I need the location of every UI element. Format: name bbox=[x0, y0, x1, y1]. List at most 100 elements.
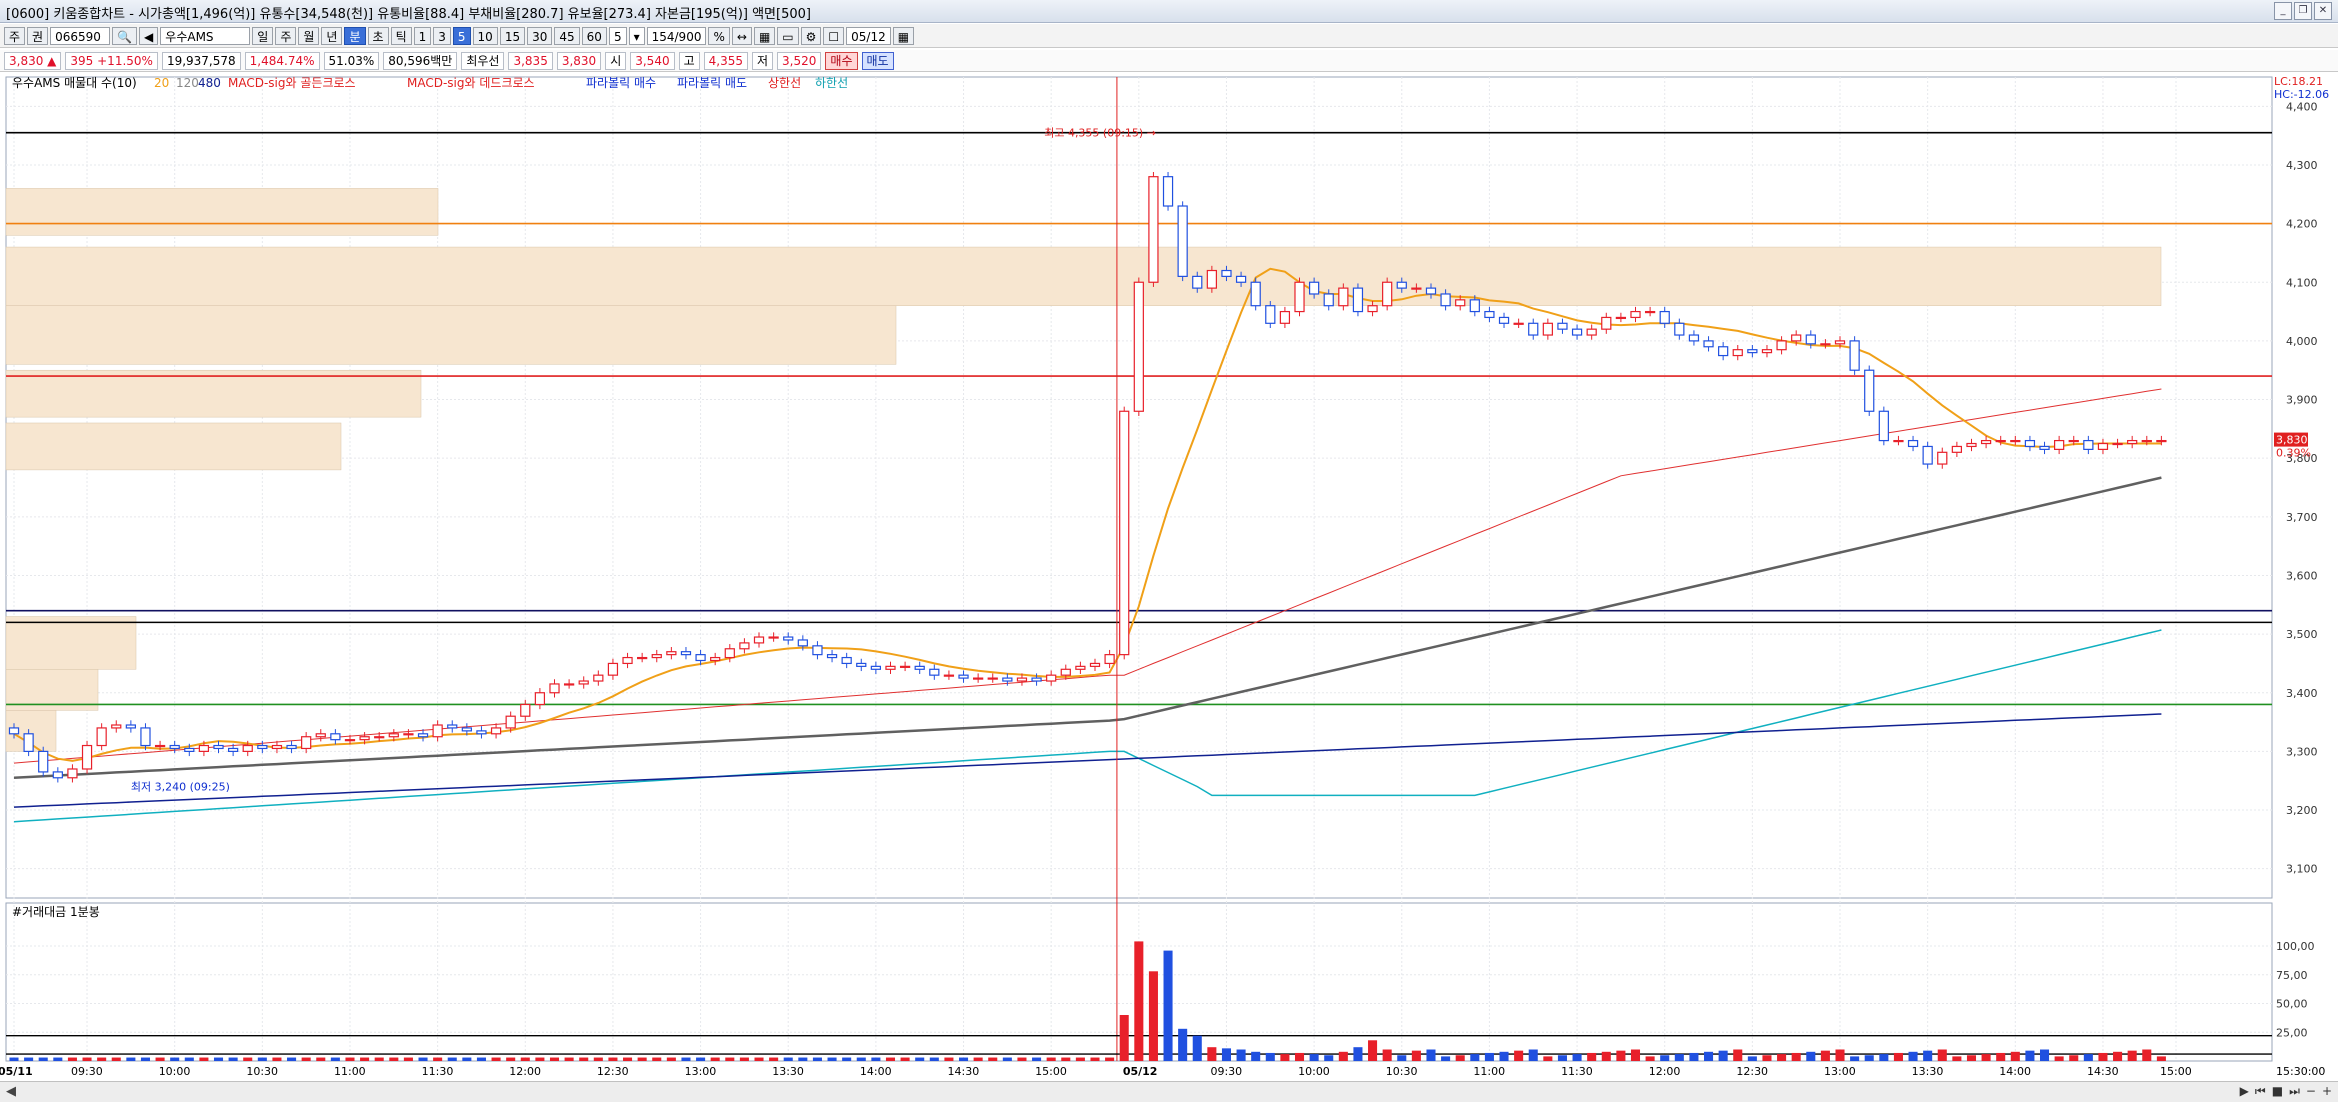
x-tick-label: 14:30 bbox=[948, 1065, 980, 1078]
forward-icon[interactable]: ⏭ bbox=[2289, 1084, 2300, 1099]
volume-bar bbox=[1835, 1049, 1845, 1061]
candle-body bbox=[637, 656, 648, 660]
period-day[interactable]: 일 bbox=[252, 26, 274, 45]
interval-1[interactable]: 1 bbox=[413, 26, 432, 45]
volume-bar bbox=[842, 1057, 852, 1061]
period-tick[interactable]: 틱 bbox=[390, 26, 412, 45]
candle-body bbox=[1440, 293, 1451, 307]
volume-bar bbox=[1046, 1057, 1056, 1061]
period-month[interactable]: 월 bbox=[298, 26, 320, 45]
play-icon[interactable]: ▶ bbox=[2240, 1084, 2249, 1099]
stock-code-input[interactable]: 066590 bbox=[50, 26, 111, 45]
candle-body bbox=[1104, 654, 1115, 665]
y-tick-label: 4,300 bbox=[2286, 159, 2318, 172]
open-label: 시 bbox=[605, 51, 627, 70]
interval-15[interactable]: 15 bbox=[499, 26, 526, 45]
search-icon[interactable]: 🔍 bbox=[112, 26, 138, 45]
volume-bar bbox=[1791, 1052, 1801, 1061]
candle-body bbox=[1484, 310, 1495, 319]
candle-body bbox=[38, 750, 49, 773]
interval-select[interactable]: 5 bbox=[608, 26, 627, 45]
interval-10[interactable]: 10 bbox=[472, 26, 498, 45]
candle-body bbox=[67, 768, 78, 779]
candle-body bbox=[227, 747, 239, 752]
interval-3[interactable]: 3 bbox=[433, 26, 451, 45]
calendar-icon[interactable]: ▦ bbox=[892, 26, 915, 45]
volume-bar bbox=[2127, 1050, 2137, 1061]
volume-bar bbox=[1338, 1051, 1348, 1061]
x-tick-label: 12:00 bbox=[509, 1065, 541, 1078]
zoom-out-icon[interactable]: − bbox=[2306, 1084, 2316, 1099]
low-annotation: 최저 3,240 (09:25) bbox=[131, 781, 230, 794]
legend-ma: 120 bbox=[176, 76, 199, 90]
gear-icon[interactable]: ⚙ bbox=[800, 26, 822, 45]
stock-name-field[interactable]: 우수AMS bbox=[160, 26, 251, 45]
percent-icon[interactable]: % bbox=[708, 26, 730, 45]
price-change: 395 +11.50% bbox=[65, 51, 158, 70]
candle-body bbox=[1177, 205, 1188, 277]
volume-bar bbox=[681, 1057, 691, 1061]
buy-button[interactable]: 매수 bbox=[825, 51, 858, 70]
restore-icon[interactable]: ❐ bbox=[2294, 2, 2312, 20]
volume-bar bbox=[827, 1057, 837, 1061]
volume-bar bbox=[623, 1057, 633, 1061]
volume-bar bbox=[856, 1057, 866, 1061]
chevron-down-icon[interactable]: ▾ bbox=[628, 26, 645, 45]
volume-bar bbox=[739, 1057, 749, 1061]
checkbox-icon[interactable]: ☐ bbox=[823, 26, 845, 45]
scroll-left-icon[interactable]: ◀ bbox=[6, 1084, 16, 1099]
legend-ma: 480 bbox=[198, 76, 221, 90]
layout-icon[interactable]: ▦ bbox=[753, 26, 776, 45]
window-icon[interactable]: ▭ bbox=[777, 26, 799, 45]
arrow-icon[interactable]: ↔ bbox=[731, 26, 752, 45]
interval-45[interactable]: 45 bbox=[554, 26, 580, 45]
toolbar-item-0[interactable]: 주 bbox=[4, 26, 26, 45]
period-minute[interactable]: 분 bbox=[344, 26, 366, 45]
volume-bar bbox=[1528, 1049, 1538, 1061]
close-icon[interactable]: ✕ bbox=[2314, 2, 2332, 20]
volume-bar bbox=[1514, 1050, 1524, 1061]
candle-body bbox=[52, 771, 63, 779]
volume-bar bbox=[1557, 1055, 1567, 1061]
volume-bar bbox=[549, 1057, 560, 1061]
volume-bar bbox=[1324, 1055, 1334, 1061]
date-field[interactable]: 05/12 bbox=[846, 26, 891, 45]
x-tick-label: 15:00 bbox=[2160, 1065, 2192, 1078]
period-second[interactable]: 초 bbox=[367, 26, 389, 45]
interval-60[interactable]: 60 bbox=[581, 26, 607, 45]
candlestick-chart[interactable]: 3,1003,2003,3003,4003,5003,6003,7003,800… bbox=[0, 73, 2338, 1080]
candle-body bbox=[1279, 310, 1291, 324]
volume-bar bbox=[783, 1057, 793, 1061]
volume-bar bbox=[1382, 1049, 1392, 1061]
candle-body bbox=[1338, 287, 1349, 307]
minimize-icon[interactable]: _ bbox=[2274, 2, 2292, 20]
legend-signal: 파라볼릭 매수 bbox=[586, 76, 656, 90]
volume-bar bbox=[915, 1057, 925, 1061]
period-week[interactable]: 주 bbox=[275, 26, 297, 45]
period-year[interactable]: 년 bbox=[321, 26, 343, 45]
speaker-icon[interactable]: ◀ bbox=[139, 26, 159, 45]
volume-bar bbox=[1207, 1047, 1217, 1061]
volume-bar bbox=[1996, 1052, 2006, 1061]
stop-icon[interactable]: ■ bbox=[2272, 1084, 2283, 1099]
candle-body bbox=[140, 727, 151, 747]
volume-bar bbox=[1236, 1049, 1246, 1061]
chart-scrollbar[interactable]: ◀ ▶ ⏮ ■ ⏭ − + bbox=[0, 1081, 2338, 1102]
volume-bar bbox=[1674, 1054, 1684, 1061]
sell-button[interactable]: 매도 bbox=[861, 51, 894, 70]
candle-body bbox=[1221, 269, 1232, 277]
volume-bar bbox=[871, 1057, 881, 1061]
zoom-in-icon[interactable]: + bbox=[2322, 1084, 2332, 1099]
volume-bar bbox=[535, 1057, 545, 1061]
rewind-icon[interactable]: ⏮ bbox=[2255, 1084, 2266, 1099]
toolbar-item-1[interactable]: 권 bbox=[27, 26, 49, 45]
interval-30[interactable]: 30 bbox=[527, 26, 553, 45]
interval-5[interactable]: 5 bbox=[452, 26, 471, 45]
candle-body bbox=[1352, 287, 1364, 313]
volume-bar bbox=[2083, 1054, 2093, 1061]
candle-body bbox=[549, 683, 560, 694]
bar-count-field[interactable]: 154/900 bbox=[646, 26, 707, 45]
candle-body bbox=[1805, 334, 1816, 345]
volume-bar bbox=[257, 1057, 267, 1061]
candle-body bbox=[1469, 299, 1480, 313]
